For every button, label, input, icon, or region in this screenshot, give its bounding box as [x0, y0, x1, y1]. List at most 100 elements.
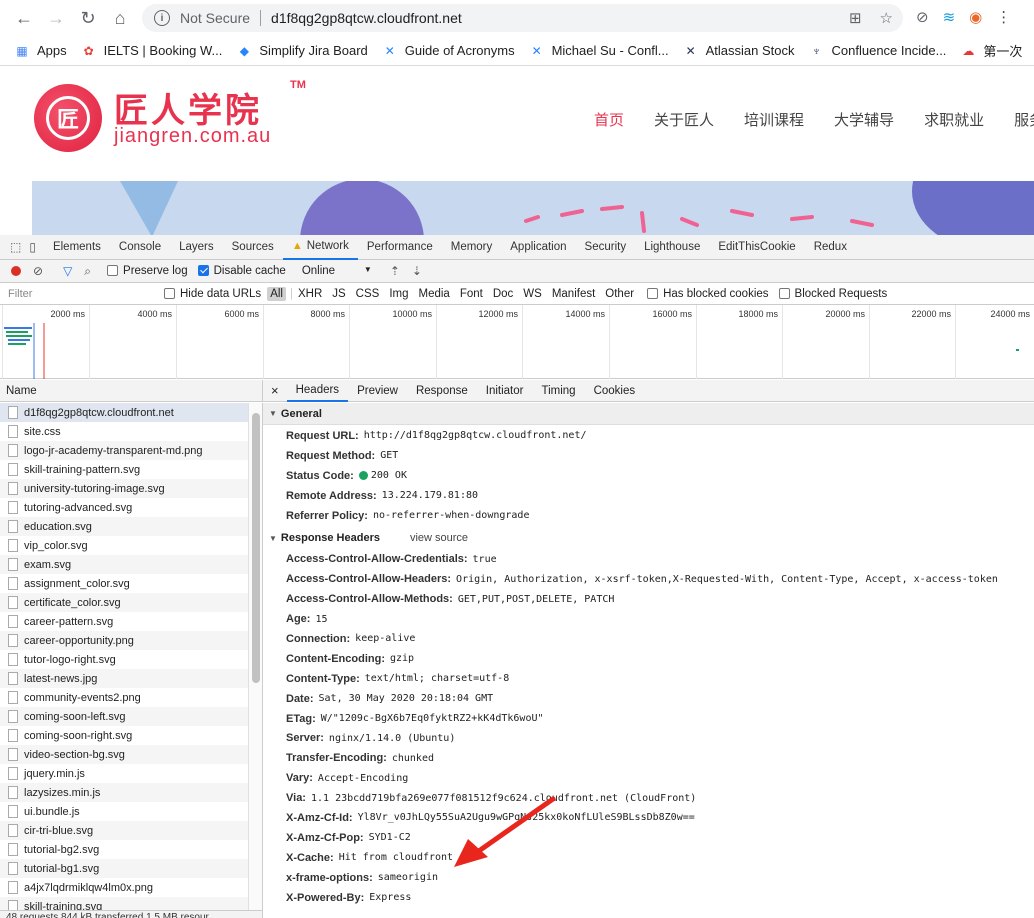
response-headers-section-header[interactable]: ▼ Response Headers view source — [263, 527, 1034, 549]
request-row[interactable]: d1f8qg2gp8qtcw.cloudfront.net — [0, 403, 248, 422]
request-row[interactable]: vip_color.svg — [0, 536, 248, 555]
tab-editthiscookie[interactable]: EditThisCookie — [709, 235, 804, 260]
bookmark-atlassian[interactable]: ✕ Atlassian Stock — [683, 43, 795, 59]
preserve-log-checkbox[interactable] — [107, 265, 119, 277]
type-filter-doc[interactable]: Doc — [488, 288, 518, 300]
tab-lighthouse[interactable]: Lighthouse — [635, 235, 709, 260]
translate-icon[interactable]: ⊞ — [849, 9, 862, 27]
request-row[interactable]: career-opportunity.png — [0, 631, 248, 650]
tab-preview[interactable]: Preview — [348, 380, 407, 402]
filter-icon[interactable]: ▽ — [63, 264, 72, 278]
network-overview[interactable]: 2000 ms 4000 ms 6000 ms 8000 ms 10000 ms… — [0, 305, 1034, 379]
type-filter-font[interactable]: Font — [455, 288, 488, 300]
request-row[interactable]: latest-news.jpg — [0, 669, 248, 688]
bookmark-incident[interactable]: ♆ Confluence Incide... — [809, 43, 946, 59]
name-column-header[interactable]: Name — [0, 380, 262, 402]
search-icon[interactable]: ⌕ — [84, 264, 91, 279]
view-source-link[interactable]: view source — [410, 532, 468, 544]
bookmark-jira[interactable]: ◆ Simplify Jira Board — [236, 43, 368, 59]
request-row[interactable]: video-section-bg.svg — [0, 745, 248, 764]
close-icon[interactable]: × — [263, 383, 287, 398]
blocked-requests-toggle[interactable]: Blocked Requests — [778, 287, 887, 300]
menu-icon[interactable]: ⋮ — [996, 8, 1011, 26]
site-logo-icon[interactable]: 匠 — [34, 84, 102, 152]
tab-sources[interactable]: Sources — [223, 235, 283, 260]
export-har-icon[interactable]: ⇣ — [412, 264, 422, 278]
type-filter-media[interactable]: Media — [414, 288, 455, 300]
bookmark-ielts[interactable]: ✿ IELTS | Booking W... — [81, 43, 223, 59]
throttle-select[interactable]: Online ▼ — [302, 265, 372, 277]
request-row[interactable]: cir-tri-blue.svg — [0, 821, 248, 840]
record-icon[interactable] — [11, 266, 21, 276]
tab-memory[interactable]: Memory — [442, 235, 502, 260]
info-icon[interactable]: i — [154, 10, 170, 26]
site-nav-services[interactable]: 服务城 — [1014, 109, 1034, 130]
type-filter-all[interactable]: All — [267, 286, 286, 301]
blocked-requests-checkbox[interactable] — [778, 287, 790, 299]
home-icon[interactable]: ⌂ — [108, 6, 132, 30]
tab-headers[interactable]: Headers — [286, 380, 349, 402]
request-list-scrollbar[interactable] — [248, 403, 262, 918]
clear-icon[interactable]: ⊘ — [33, 264, 43, 278]
bookmark-cloud[interactable]: ☁ 第一次 — [960, 41, 1022, 60]
bookmark-star-icon[interactable]: ☆ — [880, 9, 893, 27]
preserve-log-toggle[interactable]: Preserve log — [107, 265, 188, 277]
address-bar[interactable]: i Not Secure d1f8qg2gp8qtcw.cloudfront.n… — [142, 4, 903, 32]
tab-security[interactable]: Security — [576, 235, 636, 260]
type-filter-ws[interactable]: WS — [518, 288, 547, 300]
request-row[interactable]: exam.svg — [0, 555, 248, 574]
request-row[interactable]: coming-soon-left.svg — [0, 707, 248, 726]
tab-console[interactable]: Console — [110, 235, 170, 260]
blocked-cookies-checkbox[interactable] — [647, 287, 659, 299]
tab-application[interactable]: Application — [501, 235, 575, 260]
site-nav-courses[interactable]: 培训课程 — [744, 109, 804, 130]
request-row[interactable]: a4jx7lqdrmiklqw4lm0x.png — [0, 878, 248, 897]
type-filter-js[interactable]: JS — [327, 288, 350, 300]
general-section-header[interactable]: ▼ General — [263, 403, 1034, 425]
hide-data-urls-toggle[interactable]: Hide data URLs — [164, 288, 261, 300]
site-nav-careers[interactable]: 求职就业 — [924, 109, 984, 130]
request-row[interactable]: skill-training-pattern.svg — [0, 460, 248, 479]
bookmark-michael[interactable]: ✕ Michael Su - Confl... — [529, 43, 669, 59]
request-row[interactable]: coming-soon-right.svg — [0, 726, 248, 745]
request-row[interactable]: site.css — [0, 422, 248, 441]
extension-bird-icon[interactable]: ≋ — [943, 8, 956, 26]
tab-response[interactable]: Response — [407, 380, 477, 402]
hide-data-urls-checkbox[interactable] — [164, 287, 175, 299]
type-filter-manifest[interactable]: Manifest — [547, 288, 600, 300]
request-row[interactable]: tutoring-advanced.svg — [0, 498, 248, 517]
request-row[interactable]: assignment_color.svg — [0, 574, 248, 593]
security-label[interactable]: Not Secure — [180, 10, 250, 26]
scrollbar-thumb[interactable] — [252, 413, 260, 683]
request-row[interactable]: tutorial-bg1.svg — [0, 859, 248, 878]
disable-cache-checkbox[interactable] — [197, 265, 209, 277]
tab-network[interactable]: ▲ Network — [282, 235, 358, 260]
request-row[interactable]: ui.bundle.js — [0, 802, 248, 821]
tab-cookies[interactable]: Cookies — [585, 380, 645, 402]
inspect-element-icon[interactable]: ⬚ — [10, 240, 21, 254]
tab-layers[interactable]: Layers — [170, 235, 223, 260]
request-row[interactable]: tutorial-bg2.svg — [0, 840, 248, 859]
tab-initiator[interactable]: Initiator — [477, 380, 533, 402]
bookmark-acronyms[interactable]: ✕ Guide of Acronyms — [382, 43, 515, 59]
site-nav-about[interactable]: 关于匠人 — [654, 109, 714, 130]
tab-elements[interactable]: Elements — [44, 235, 110, 260]
request-row[interactable]: education.svg — [0, 517, 248, 536]
back-icon[interactable]: ← — [12, 6, 36, 30]
site-nav-home[interactable]: 首页 — [594, 109, 624, 130]
disable-cache-toggle[interactable]: Disable cache — [197, 265, 286, 277]
blocked-cookies-toggle[interactable]: Has blocked cookies — [647, 287, 769, 300]
filter-input[interactable]: Filter — [4, 285, 152, 303]
request-row[interactable]: logo-jr-academy-transparent-md.png — [0, 441, 248, 460]
request-row[interactable]: career-pattern.svg — [0, 612, 248, 631]
extension-ubuntu-icon[interactable]: ◉ — [969, 8, 982, 26]
type-filter-img[interactable]: Img — [384, 288, 413, 300]
request-row[interactable]: certificate_color.svg — [0, 593, 248, 612]
bookmark-apps[interactable]: ▦ Apps — [14, 43, 66, 59]
tab-redux[interactable]: Redux — [805, 235, 856, 260]
type-filter-other[interactable]: Other — [600, 288, 639, 300]
tab-timing[interactable]: Timing — [532, 380, 584, 402]
site-nav-tutoring[interactable]: 大学辅导 — [834, 109, 894, 130]
type-filter-xhr[interactable]: XHR — [293, 288, 327, 300]
tab-performance[interactable]: Performance — [358, 235, 442, 260]
